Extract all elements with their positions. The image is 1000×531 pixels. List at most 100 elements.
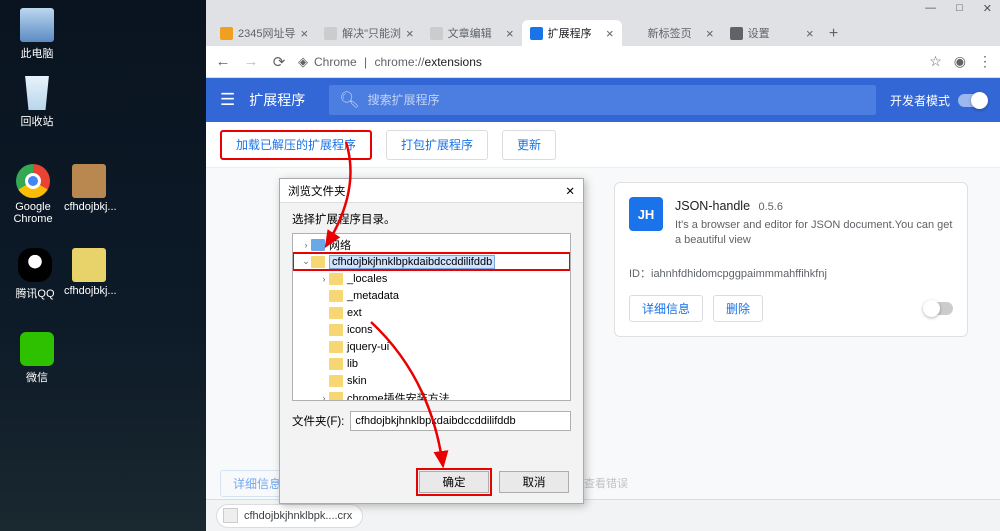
ok-button[interactable]: 确定 [419,471,489,493]
address-bar: ← → ⟳ ◈ Chrome | chrome://extensions ☆ ◉… [206,46,1000,78]
dialog-title: 浏览文件夹 [288,183,346,199]
tab-2[interactable]: 文章编辑 × [422,20,522,46]
desktop-icon-computer[interactable]: 此电脑 [12,8,62,61]
site-info-icon[interactable]: ◈ [298,54,308,70]
new-tab-button[interactable]: + [822,22,846,46]
expand-icon[interactable]: ⌄ [301,256,311,267]
tab-close-icon[interactable]: × [406,26,414,41]
tree-row[interactable]: skin [293,372,570,389]
tab-title: 2345网址导 [238,25,295,41]
desktop-icon-recycle[interactable]: 回收站 [12,76,62,129]
tree-label: cfhdojbkjhnklbpkdaibdccddilifddb [329,255,495,269]
tab-close-icon[interactable]: × [806,26,814,41]
omnibox[interactable]: ◈ Chrome | chrome://extensions [298,54,919,70]
page-title: 扩展程序 [249,90,305,110]
folder-name-input[interactable] [350,411,571,431]
folder-icon [329,307,343,319]
desktop-icon-qq[interactable]: 腾讯QQ [10,248,60,301]
window-close-button[interactable]: ✕ [983,2,992,15]
tree-row[interactable]: jquery-ui [293,338,570,355]
update-button[interactable]: 更新 [502,130,556,160]
tree-row[interactable]: icons [293,321,570,338]
dialog-prompt: 选择扩展程序目录。 [292,211,571,227]
extension-id: ID：iahnhfdhidomcpggpaimmmahffihkfnj [629,265,953,281]
tree-row[interactable]: › 网络 [293,236,570,253]
download-filename: cfhdojbkjhnklbpk....crx [244,510,352,522]
bookmark-star-icon[interactable]: ☆ [929,53,942,70]
tab-title: 文章编辑 [448,25,501,41]
enable-toggle[interactable] [925,302,953,315]
reload-button[interactable]: ⟳ [270,53,288,71]
tab-favicon [630,27,643,40]
dialog-close-icon[interactable]: ✕ [565,184,575,198]
tree-row[interactable]: ext [293,304,570,321]
folder-icon [329,392,343,402]
profile-icon[interactable]: ◉ [954,53,966,70]
file-icon [223,508,238,523]
hidden-errors-link[interactable]: 查看错误 [584,470,628,497]
extension-name: JSON-handle [675,199,750,213]
tree-label: _metadata [347,290,399,302]
folder-icon [329,358,343,370]
desktop-icon-crx2[interactable]: cfhdojbkj... [64,248,114,297]
tab-close-icon[interactable]: × [300,26,308,41]
folder-icon [311,256,325,268]
folder-icon [329,341,343,353]
back-button[interactable]: ← [214,53,232,70]
desktop-icon-label: 此电脑 [12,45,62,61]
tab-close-icon[interactable]: × [606,26,614,41]
tree-label: skin [347,375,367,387]
tab-favicon [430,27,443,40]
extension-description: It's a browser and editor for JSON docum… [675,218,953,249]
tab-title: 新标签页 [648,25,701,41]
tree-label: chrome插件安装方法 [347,390,450,402]
tab-close-icon[interactable]: × [506,26,514,41]
desktop: 此电脑 回收站 Google Chrome cfhdojbkj... 腾讯QQ … [0,0,206,531]
tab-5[interactable]: 设置 × [722,20,822,46]
tab-4[interactable]: 新标签页 × [622,20,722,46]
expand-icon[interactable]: › [319,274,329,284]
tab-3[interactable]: 扩展程序 × [522,20,622,46]
download-chip[interactable]: cfhdojbkjhnklbpk....crx [216,504,363,528]
load-unpacked-button[interactable]: 加载已解压的扩展程序 [220,130,372,160]
tree-row[interactable]: lib [293,355,570,372]
desktop-icon-crx1[interactable]: cfhdojbkj... [64,164,114,213]
tree-label: icons [347,324,373,336]
folder-icon [329,375,343,387]
tree-row[interactable]: › _locales [293,270,570,287]
tab-bar: 2345网址导 × 解决"只能浏 × 文章编辑 × 扩展程序 × 新标签页 × … [206,16,1000,46]
cancel-button[interactable]: 取消 [499,471,569,493]
window-maximize-button[interactable]: □ [956,2,963,14]
tree-row[interactable]: ⌄ cfhdojbkjhnklbpkdaibdccddilifddb [293,253,570,270]
window-minimize-button[interactable]: — [925,2,936,14]
search-input[interactable] [368,93,866,107]
developer-mode-toggle[interactable] [958,94,986,107]
extension-name-row: JSON-handle 0.5.6 [675,197,953,215]
tree-row[interactable]: _metadata [293,287,570,304]
tab-title: 解决"只能浏 [342,25,401,41]
desktop-icon-wechat[interactable]: 微信 [12,332,62,385]
browser-menu-icon[interactable]: ⋮ [978,53,992,70]
tab-title: 扩展程序 [548,25,601,41]
details-button[interactable]: 详细信息 [629,295,703,322]
tab-1[interactable]: 解决"只能浏 × [316,20,422,46]
tab-close-icon[interactable]: × [706,26,714,41]
menu-icon[interactable]: ☰ [220,90,235,110]
remove-button[interactable]: 删除 [713,295,763,322]
tree-row[interactable]: › chrome插件安装方法 [293,389,570,401]
expand-icon[interactable]: › [319,393,329,402]
desktop-icon-chrome[interactable]: Google Chrome [8,164,58,225]
tab-favicon [530,27,543,40]
tree-label: ext [347,307,362,319]
url-text: Chrome | chrome://extensions [314,55,482,69]
window-titlebar: — □ ✕ [206,0,1000,16]
folder-tree[interactable]: › 网络⌄ cfhdojbkjhnklbpkdaibdccddilifddb› … [292,233,571,401]
folder-icon [329,273,343,285]
expand-icon[interactable]: › [301,240,311,250]
forward-button[interactable]: → [242,53,260,70]
tab-favicon [324,27,337,40]
pack-extension-button[interactable]: 打包扩展程序 [386,130,488,160]
tab-0[interactable]: 2345网址导 × [212,20,316,46]
search-wrap: 🔍︎ [329,85,876,115]
network-icon [311,239,325,251]
